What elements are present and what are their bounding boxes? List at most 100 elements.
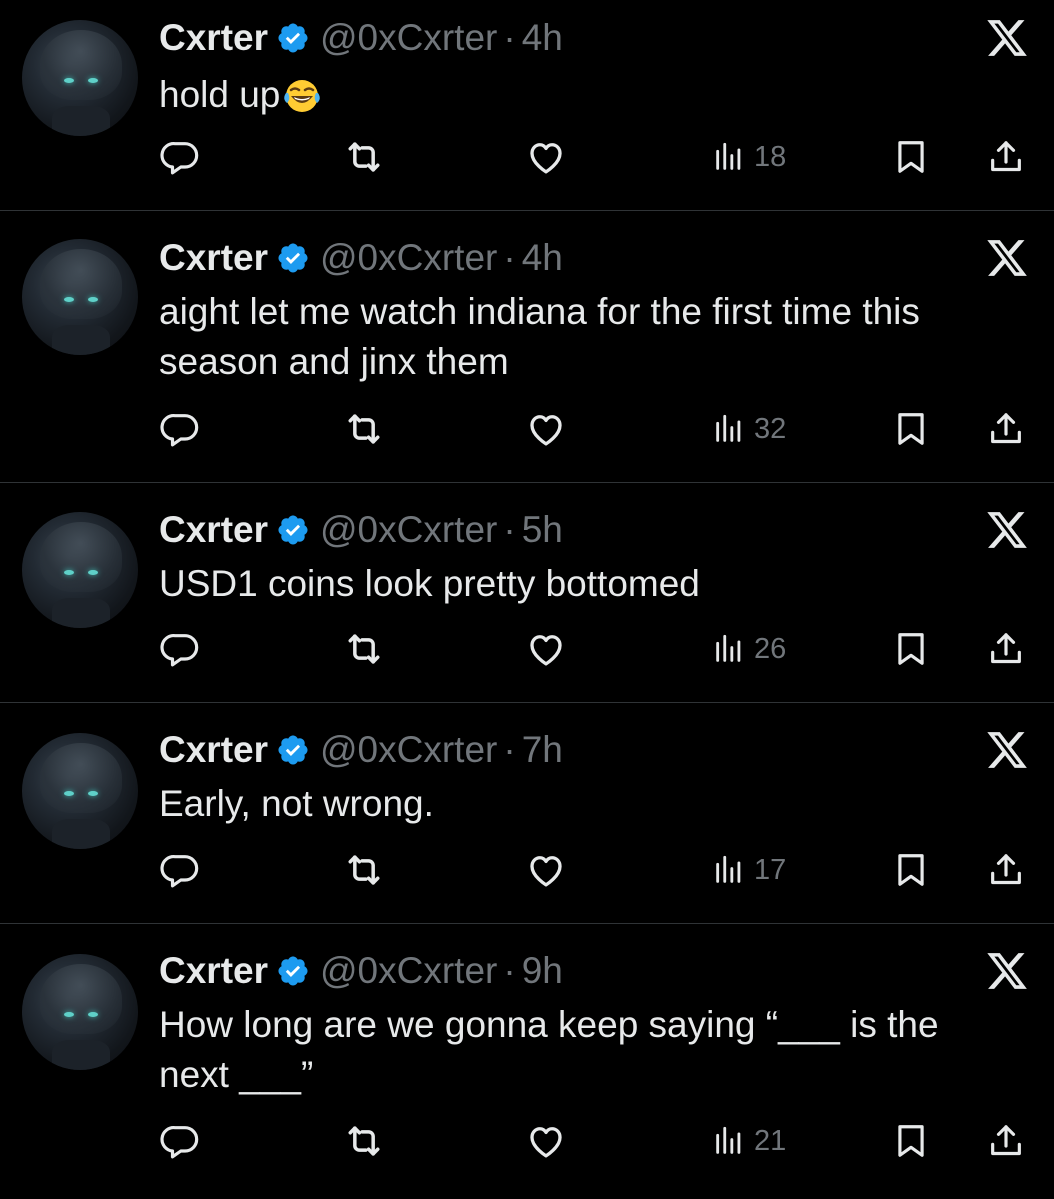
- tweet-text-line: next ___”: [159, 1054, 314, 1095]
- bookmark-button[interactable]: [892, 407, 930, 451]
- username-handle[interactable]: @0xCxrter: [320, 236, 497, 280]
- tweet-text: How long are we gonna keep saying “___ i…: [159, 1000, 1019, 1100]
- share-button[interactable]: [986, 407, 1026, 451]
- reply-button[interactable]: [160, 135, 200, 179]
- tweet-text-line: season and jinx them: [159, 341, 509, 382]
- avatar[interactable]: [22, 954, 138, 1070]
- tweet[interactable]: Cxrter @0xCxrter · 4h hold up 18: [0, 0, 1054, 211]
- tweet-header: Cxrter @0xCxrter · 7h: [159, 728, 563, 772]
- avatar[interactable]: [22, 20, 138, 136]
- action-bar: 17: [0, 848, 1054, 892]
- repost-icon: [342, 848, 386, 892]
- views-button[interactable]: 18: [712, 135, 786, 179]
- reply-icon: [160, 850, 200, 890]
- share-button[interactable]: [986, 135, 1026, 179]
- bookmark-button[interactable]: [892, 1119, 930, 1163]
- views-icon: [712, 412, 746, 446]
- views-button[interactable]: 32: [712, 407, 786, 451]
- timestamp[interactable]: 5h: [522, 508, 563, 552]
- reply-icon: [160, 1121, 200, 1161]
- tweet-text: hold up: [159, 70, 1019, 120]
- display-name[interactable]: Cxrter: [159, 949, 268, 993]
- reply-icon: [160, 629, 200, 669]
- display-name[interactable]: Cxrter: [159, 728, 268, 772]
- separator-dot: ·: [503, 950, 516, 991]
- timestamp[interactable]: 4h: [522, 16, 563, 60]
- reply-button[interactable]: [160, 848, 200, 892]
- x-logo-icon: [985, 236, 1029, 280]
- verified-badge-icon: [276, 21, 310, 55]
- share-icon: [986, 850, 1026, 890]
- tweet-header: Cxrter @0xCxrter · 9h: [159, 949, 563, 993]
- username-handle[interactable]: @0xCxrter: [320, 508, 497, 552]
- share-icon: [986, 137, 1026, 177]
- share-button[interactable]: [986, 1119, 1026, 1163]
- views-icon: [712, 140, 746, 174]
- like-button[interactable]: [525, 848, 567, 892]
- action-bar: 21: [0, 1119, 1054, 1163]
- reply-button[interactable]: [160, 407, 200, 451]
- tweet-text-content: hold up: [159, 74, 281, 115]
- bookmark-button[interactable]: [892, 135, 930, 179]
- repost-icon: [342, 1119, 386, 1163]
- tweet-header: Cxrter @0xCxrter · 4h: [159, 16, 563, 60]
- share-icon: [986, 409, 1026, 449]
- display-name[interactable]: Cxrter: [159, 236, 268, 280]
- reply-icon: [160, 137, 200, 177]
- action-bar: 26: [0, 627, 1054, 671]
- x-logo-icon: [985, 949, 1029, 993]
- repost-button[interactable]: [342, 848, 386, 892]
- repost-button[interactable]: [342, 1119, 386, 1163]
- repost-button[interactable]: [342, 407, 386, 451]
- reply-button[interactable]: [160, 627, 200, 671]
- bookmark-button[interactable]: [892, 627, 930, 671]
- reply-icon: [160, 409, 200, 449]
- like-button[interactable]: [525, 135, 567, 179]
- views-button[interactable]: 26: [712, 627, 786, 671]
- separator-dot: ·: [503, 17, 516, 58]
- avatar[interactable]: [22, 733, 138, 849]
- avatar[interactable]: [22, 512, 138, 628]
- tweet[interactable]: Cxrter @0xCxrter · 5h USD1 coins look pr…: [0, 483, 1054, 703]
- views-button[interactable]: 17: [712, 848, 786, 892]
- x-logo-icon: [985, 728, 1029, 772]
- tweet-header: Cxrter @0xCxrter · 4h: [159, 236, 563, 280]
- bookmark-icon: [892, 630, 930, 668]
- username-handle[interactable]: @0xCxrter: [320, 16, 497, 60]
- views-button[interactable]: 21: [712, 1119, 786, 1163]
- display-name[interactable]: Cxrter: [159, 508, 268, 552]
- views-icon: [712, 1124, 746, 1158]
- repost-button[interactable]: [342, 627, 386, 671]
- tweet[interactable]: Cxrter @0xCxrter · 9h How long are we go…: [0, 924, 1054, 1199]
- tweet[interactable]: Cxrter @0xCxrter · 4h aight let me watch…: [0, 211, 1054, 483]
- like-button[interactable]: [525, 1119, 567, 1163]
- share-button[interactable]: [986, 627, 1026, 671]
- like-button[interactable]: [525, 407, 567, 451]
- tweet-text-line: aight let me watch indiana for the first…: [159, 291, 920, 332]
- timestamp[interactable]: 7h: [522, 728, 563, 772]
- username-handle[interactable]: @0xCxrter: [320, 949, 497, 993]
- views-count: 32: [754, 412, 787, 445]
- username-handle[interactable]: @0xCxrter: [320, 728, 497, 772]
- views-count: 18: [754, 140, 787, 173]
- tweet-text: aight let me watch indiana for the first…: [159, 287, 1019, 387]
- tweet[interactable]: Cxrter @0xCxrter · 7h Early, not wrong. …: [0, 703, 1054, 924]
- display-name[interactable]: Cxrter: [159, 16, 268, 60]
- views-count: 17: [754, 853, 787, 886]
- like-icon: [525, 1120, 567, 1162]
- repost-icon: [342, 407, 386, 451]
- avatar[interactable]: [22, 239, 138, 355]
- views-count: 21: [754, 1124, 787, 1157]
- x-logo-icon: [985, 508, 1029, 552]
- reply-button[interactable]: [160, 1119, 200, 1163]
- share-button[interactable]: [986, 848, 1026, 892]
- like-button[interactable]: [525, 627, 567, 671]
- tweet-text-content: Early, not wrong.: [159, 783, 434, 824]
- like-icon: [525, 628, 567, 670]
- separator-dot: ·: [503, 237, 516, 278]
- repost-button[interactable]: [342, 135, 386, 179]
- bookmark-button[interactable]: [892, 848, 930, 892]
- timestamp[interactable]: 4h: [522, 236, 563, 280]
- verified-badge-icon: [276, 241, 310, 275]
- timestamp[interactable]: 9h: [522, 949, 563, 993]
